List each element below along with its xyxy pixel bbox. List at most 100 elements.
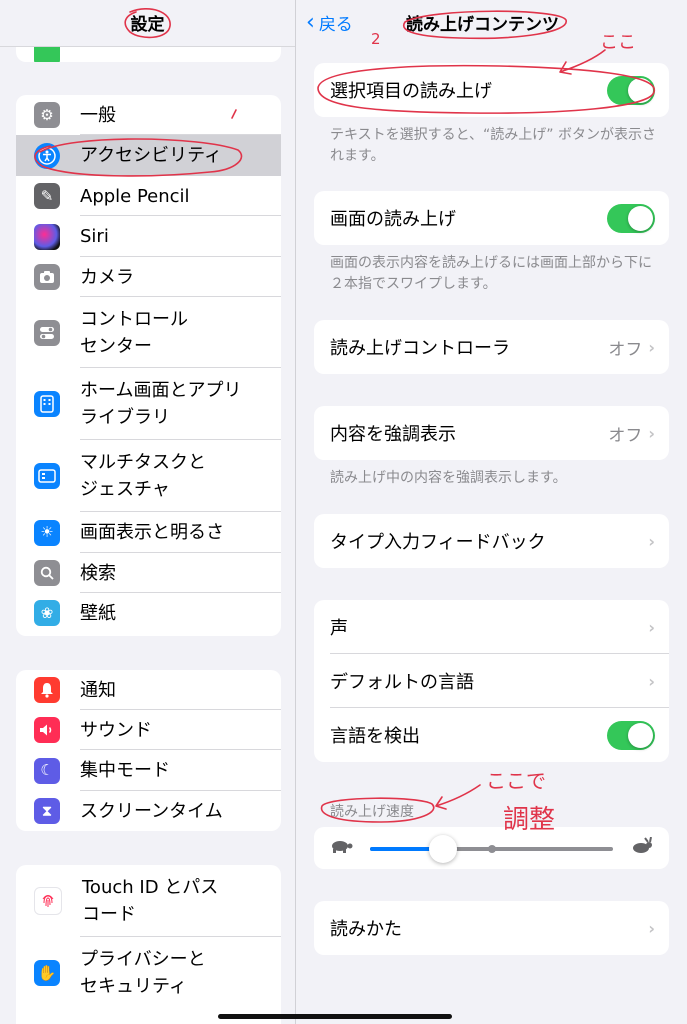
hand-icon: ✋: [34, 960, 60, 986]
sidebar-item-label: プライバシーと セキュリティ: [80, 949, 206, 997]
speaking-rate-slider-track[interactable]: [370, 835, 613, 863]
notification-icon: [34, 677, 60, 703]
speak-screen-row: 画面の読み上げ: [314, 191, 669, 245]
speak-selection-row: 選択項目の読み上げ: [314, 63, 669, 117]
typing-feedback-row[interactable]: タイプ入力フィードバック ›: [314, 514, 669, 568]
detect-language-row: 言語を検出: [314, 708, 669, 762]
sidebar-item-apple-pencil[interactable]: ✎ Apple Pencil: [16, 176, 281, 216]
pencil-icon: ✎: [34, 183, 60, 209]
sidebar-item-screen-time[interactable]: ⧗ スクリーンタイム: [16, 791, 281, 831]
sidebar-title-bar: 設定: [0, 0, 295, 47]
sidebar-item-label: Apple Pencil: [80, 185, 190, 207]
chevron-right-icon: ›: [648, 337, 655, 357]
hourglass-icon: ⧗: [34, 798, 60, 824]
speak-selection-label: 選択項目の読み上げ: [330, 81, 492, 102]
sidebar-item-camera[interactable]: カメラ: [16, 257, 281, 297]
default-language-row[interactable]: デフォルトの言語 ›: [314, 654, 669, 708]
multitasking-icon: [34, 463, 60, 489]
sidebar-item-label: Touch ID とパス コード: [82, 877, 219, 925]
sidebar-item-label: 一般: [80, 104, 116, 126]
sidebar-item-label: コントロール センター: [80, 308, 188, 357]
sidebar-item-label: 壁紙: [80, 602, 116, 624]
sidebar-item-focus[interactable]: ☾ 集中モード: [16, 750, 281, 791]
control-center-icon: [34, 319, 60, 346]
pronunciations-row[interactable]: 読みかた ›: [314, 901, 669, 955]
sidebar-item-home-screen[interactable]: ホーム画面とアプリ ライブラリ: [16, 368, 281, 440]
sidebar-item-sounds[interactable]: サウンド: [16, 710, 281, 750]
sidebar-item-label: サウンド: [80, 719, 152, 741]
chevron-left-icon: ‹: [306, 9, 315, 35]
sound-icon: [34, 717, 60, 743]
sidebar-item-label: 画面表示と明るさ: [80, 522, 224, 543]
sidebar-item-label: アクセシビリティ: [80, 145, 223, 166]
speech-controller-label: 読み上げコントローラ: [330, 338, 510, 359]
speak-selection-card: 選択項目の読み上げ: [314, 63, 669, 117]
wallpaper-icon: ❀: [34, 600, 60, 626]
speak-screen-toggle[interactable]: [607, 203, 655, 233]
speak-screen-label: 画面の読み上げ: [330, 209, 456, 230]
detect-language-label: 言語を検出: [330, 726, 420, 747]
sidebar-item-siri[interactable]: Siri: [16, 216, 281, 257]
detect-language-toggle[interactable]: [607, 720, 655, 750]
sidebar-item-accessibility[interactable]: アクセシビリティ: [16, 135, 281, 176]
sidebar: 設定 ⚙ 一般 アクセシビリティ ✎ Apple Pencil Siri カメラ…: [0, 0, 296, 1024]
voices-label: 声: [330, 618, 348, 639]
siri-icon: [34, 223, 60, 250]
speech-controller-value: オフ: [608, 339, 643, 360]
speaking-rate-slider-thumb[interactable]: [428, 835, 457, 863]
pronunciations-label: 読みかた: [330, 919, 402, 940]
speaking-rate-header: 読み上げ速度: [330, 804, 414, 820]
highlight-content-card: 内容を強調表示 オフ ›: [314, 406, 669, 460]
detail-pane: ‹ 戻る 読み上げコンテンツ 選択項目の読み上げ テキストを選択すると、“読み上…: [296, 0, 687, 1024]
chevron-right-icon: ›: [648, 531, 655, 551]
sidebar-item-general[interactable]: ⚙ 一般: [16, 95, 281, 135]
speaking-rate-card: [314, 827, 669, 869]
default-language-label: デフォルトの言語: [330, 672, 474, 693]
sidebar-item-wallpaper[interactable]: ❀ 壁紙: [16, 593, 281, 633]
sidebar-item-display-brightness[interactable]: ☀ 画面表示と明るさ: [16, 512, 281, 553]
sidebar-item-label: ホーム画面とアプリ ライブラリ: [80, 380, 242, 428]
chevron-right-icon: ›: [648, 617, 655, 637]
speech-controller-card: 読み上げコントローラ オフ ›: [314, 320, 669, 374]
sidebar-item-label: カメラ: [80, 266, 134, 288]
pronunciations-card: 読みかた ›: [314, 901, 669, 955]
highlight-content-value: オフ: [608, 425, 643, 446]
highlight-content-row[interactable]: 内容を強調表示 オフ ›: [314, 406, 669, 460]
voice-language-card: 声 › デフォルトの言語 › 言語を検出: [314, 600, 669, 762]
sidebar-item-label: 通知: [80, 679, 116, 701]
speaking-rate-slider-tick: [487, 845, 496, 853]
sidebar-item-control-center[interactable]: コントロール センター: [16, 297, 281, 368]
sidebar-item-notifications[interactable]: 通知: [16, 670, 281, 710]
sidebar-item-label: 検索: [80, 562, 116, 584]
chevron-right-icon: ›: [648, 918, 655, 938]
highlight-content-label: 内容を強調表示: [330, 424, 456, 445]
sidebar-item-label: スクリーンタイム: [80, 800, 223, 822]
sidebar-item-multitasking[interactable]: マルチタスクと ジェスチャ: [16, 440, 281, 512]
accessibility-icon: [34, 142, 60, 169]
sidebar-item-label: マルチタスクと ジェスチャ: [80, 452, 206, 500]
sidebar-item-label: Siri: [80, 226, 109, 247]
highlight-footer: 読み上げ中の内容を強調表示します。: [330, 470, 567, 486]
speak-screen-card: 画面の読み上げ: [314, 191, 669, 245]
chevron-right-icon: ›: [648, 423, 655, 443]
typing-feedback-label: タイプ入力フィードバック: [330, 532, 546, 553]
sidebar-group-notifications: 通知 サウンド ☾ 集中モード ⧗ スクリーンタイム: [16, 670, 281, 831]
turtle-icon: [328, 837, 354, 859]
camera-icon: [34, 264, 60, 290]
sidebar-item-touch-id[interactable]: Touch ID とパス コード: [16, 865, 281, 937]
chevron-right-icon: ›: [648, 671, 655, 691]
speak-selection-footer: テキストを選択すると、“読み上げ” ボタンが表示されます。: [330, 127, 656, 164]
speak-selection-toggle[interactable]: [607, 75, 655, 105]
sidebar-item-search[interactable]: 検索: [16, 553, 281, 593]
sidebar-group-security: Touch ID とパス コード ✋ プライバシーと セキュリティ: [16, 865, 281, 1024]
voices-row[interactable]: 声 ›: [314, 600, 669, 654]
home-screen-icon: [34, 391, 60, 417]
speech-controller-row[interactable]: 読み上げコントローラ オフ ›: [314, 320, 669, 374]
sidebar-item-privacy[interactable]: ✋ プライバシーと セキュリティ: [16, 937, 281, 1009]
sidebar-title: 設定: [130, 15, 165, 35]
brightness-icon: ☀: [34, 519, 60, 546]
page-title: 読み上げコンテンツ: [406, 15, 559, 35]
back-button[interactable]: ‹ 戻る: [306, 10, 353, 35]
home-indicator: [218, 1014, 452, 1019]
moon-icon: ☾: [34, 757, 60, 784]
